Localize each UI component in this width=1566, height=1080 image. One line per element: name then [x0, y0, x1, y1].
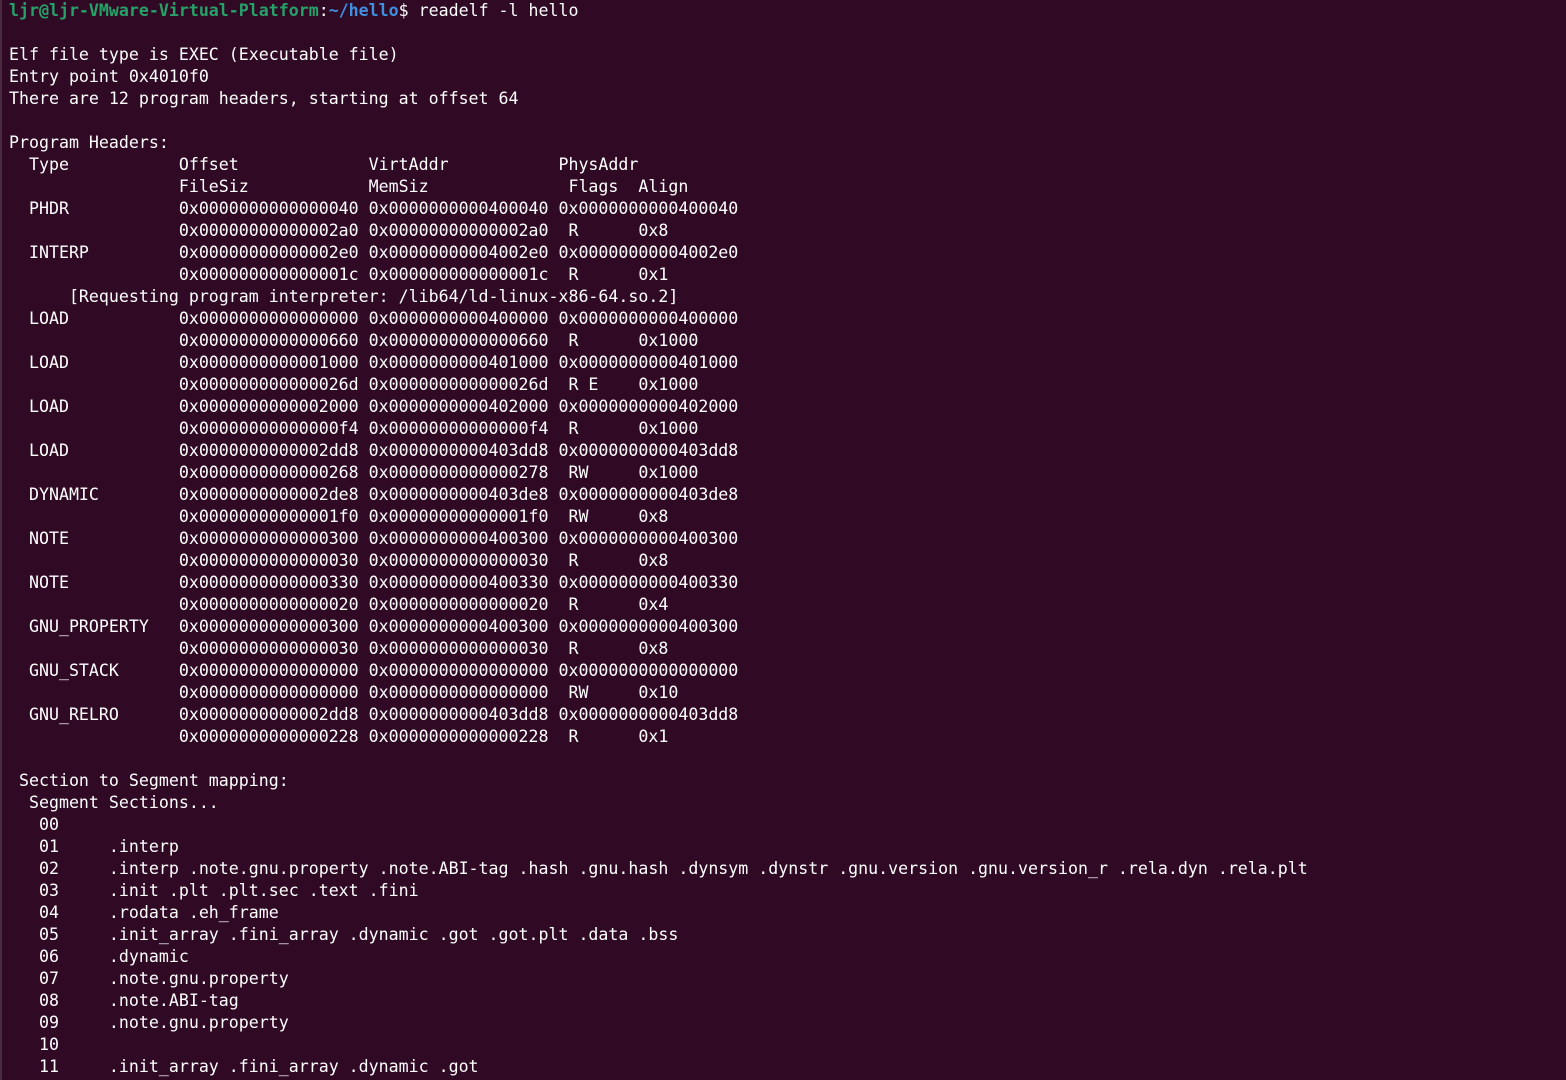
output-line: 05 .init_array .fini_array .dynamic .got… [9, 925, 689, 944]
prompt-separator: : [318, 1, 329, 20]
output-line: 0x00000000000002a0 0x00000000000002a0 R … [9, 221, 669, 240]
output-line: Section to Segment mapping: [9, 771, 289, 790]
output-line: FileSiz MemSiz Flags Align [9, 177, 689, 196]
output-line: There are 12 program headers, starting a… [9, 89, 519, 108]
output-line: PHDR 0x0000000000000040 0x00000000004000… [9, 199, 739, 218]
output-line: 10 [9, 1035, 109, 1054]
output-line: Type Offset VirtAddr PhysAddr [9, 155, 639, 174]
command-text: readelf -l hello [408, 1, 579, 20]
output-line: INTERP 0x00000000000002e0 0x000000000040… [9, 243, 739, 262]
output-line: 01 .interp [9, 837, 189, 856]
output-line: 0x0000000000000020 0x0000000000000020 R … [9, 595, 669, 614]
output-line: 07 .note.gnu.property [9, 969, 299, 988]
output-line: 0x0000000000000268 0x0000000000000278 RW… [9, 463, 699, 482]
output-line: Segment Sections... [9, 793, 219, 812]
output-line: LOAD 0x0000000000000000 0x00000000004000… [9, 309, 739, 328]
output-line: GNU_PROPERTY 0x0000000000000300 0x000000… [9, 617, 739, 636]
output-line: LOAD 0x0000000000002000 0x00000000004020… [9, 397, 739, 416]
output-line: 02 .interp .note.gnu.property .note.ABI-… [9, 859, 1318, 878]
output-line: NOTE 0x0000000000000330 0x00000000004003… [9, 573, 739, 592]
output-line: 00 [9, 815, 109, 834]
output-line: 0x0000000000000000 0x0000000000000000 RW… [9, 683, 679, 702]
output-line: 04 .rodata .eh_frame [9, 903, 289, 922]
output-line: GNU_STACK 0x0000000000000000 0x000000000… [9, 661, 739, 680]
prompt-user-host: ljr@ljr-VMware-Virtual-Platform [9, 1, 319, 20]
output-line: GNU_RELRO 0x0000000000002dd8 0x000000000… [9, 705, 739, 724]
terminal-window[interactable]: ljr@ljr-VMware-Virtual-Platform:~/hello$… [0, 0, 1566, 1080]
output-line: LOAD 0x0000000000001000 0x00000000004010… [9, 353, 739, 372]
output-line: [Requesting program interpreter: /lib64/… [9, 287, 679, 306]
output-line: LOAD 0x0000000000002dd8 0x0000000000403d… [9, 441, 739, 460]
output-line: Program Headers: [9, 133, 169, 152]
output-line: 03 .init .plt .plt.sec .text .fini [9, 881, 429, 900]
prompt-line: ljr@ljr-VMware-Virtual-Platform:~/hello$… [9, 0, 578, 22]
output-line: 09 .note.gnu.property [9, 1013, 299, 1032]
output-line: 0x000000000000026d 0x000000000000026d R … [9, 375, 699, 394]
output-line: 0x0000000000000228 0x0000000000000228 R … [9, 727, 669, 746]
output-line: Elf file type is EXEC (Executable file) [9, 45, 399, 64]
output-line: 0x00000000000000f4 0x00000000000000f4 R … [9, 419, 699, 438]
output-line: 06 .dynamic [9, 947, 199, 966]
output-line: 0x0000000000000030 0x0000000000000030 R … [9, 639, 669, 658]
output-line: NOTE 0x0000000000000300 0x00000000004003… [9, 529, 739, 548]
output-line: DYNAMIC 0x0000000000002de8 0x00000000004… [9, 485, 739, 504]
output-line: 11 .init_array .fini_array .dynamic .got [9, 1057, 489, 1076]
output-line: 0x00000000000001f0 0x00000000000001f0 RW… [9, 507, 669, 526]
output-line: 0x000000000000001c 0x000000000000001c R … [9, 265, 669, 284]
output-line: 0x0000000000000660 0x0000000000000660 R … [9, 331, 699, 350]
output-line: 0x0000000000000030 0x0000000000000030 R … [9, 551, 669, 570]
output-line: Entry point 0x4010f0 [9, 67, 209, 86]
output-line: 08 .note.ABI-tag [9, 991, 249, 1010]
prompt-symbol: $ [398, 1, 409, 20]
prompt-path: ~/hello [328, 1, 399, 20]
